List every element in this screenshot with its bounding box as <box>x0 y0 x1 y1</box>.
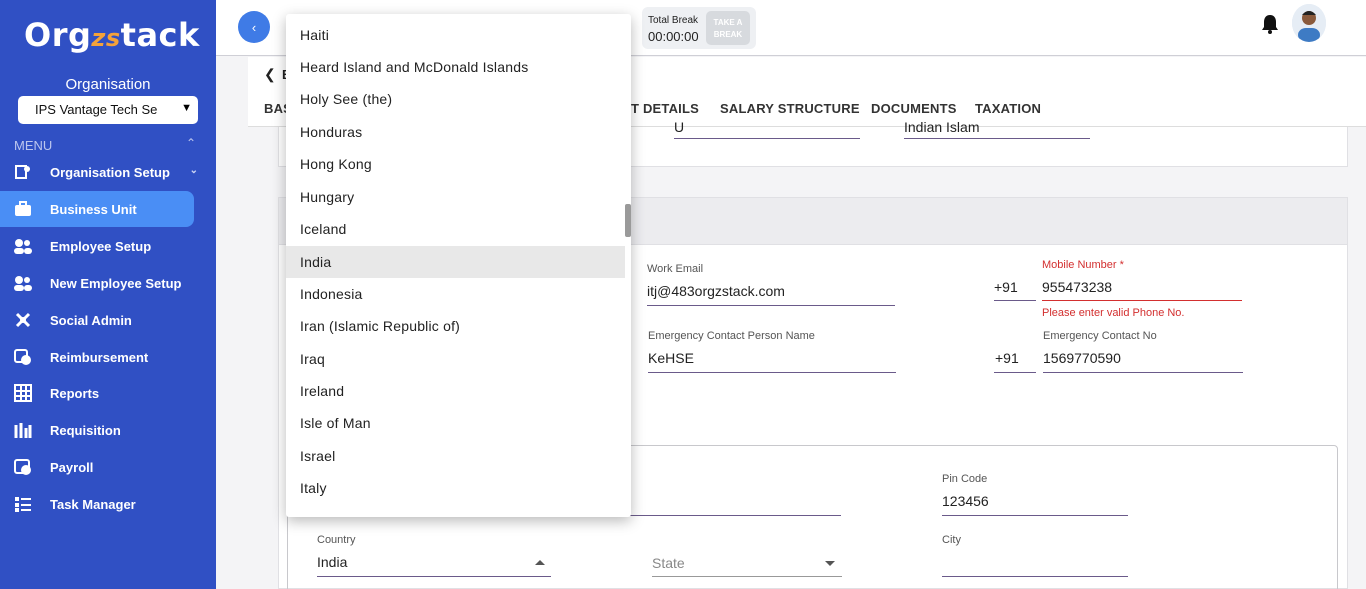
requisition-icon <box>13 421 33 439</box>
work-email-label: Work Email <box>647 263 704 275</box>
work-email-field[interactable]: itj@483orgzstack.com <box>647 283 785 299</box>
sidebar-item-label: Reimbursement <box>50 349 149 365</box>
gear-org-icon <box>13 163 33 181</box>
country-option-italy[interactable]: Italy <box>286 472 625 504</box>
take-break-button[interactable]: TAKE A BREAK <box>706 11 750 45</box>
briefcase-icon <box>13 200 33 218</box>
caret-up-icon <box>535 560 545 565</box>
sidebar-item-new-employee-setup[interactable]: New Employee Setup <box>0 265 194 301</box>
reports-icon <box>13 384 33 402</box>
sidebar-item-payroll[interactable]: Payroll <box>0 449 194 485</box>
country-option-iceland[interactable]: Iceland <box>286 213 625 245</box>
sidebar: Orgzstack Organisation IPS Vantage Tech … <box>0 0 216 589</box>
country-option-israel[interactable]: Israel <box>286 440 625 472</box>
tab-salary-structure[interactable]: SALARY STRUCTURE <box>720 101 860 116</box>
country-option-heard-island[interactable]: Heard Island and McDonald Islands <box>286 51 625 83</box>
mobile-country-code[interactable]: +91 <box>994 279 1018 295</box>
sidebar-item-employee-setup[interactable]: Employee Setup <box>0 228 194 264</box>
sidebar-item-label: Task Manager <box>50 496 136 512</box>
break-time: 00:00:00 <box>648 29 699 44</box>
app-logo: Orgzstack <box>24 16 200 54</box>
caret-down-icon <box>825 561 835 566</box>
city-field[interactable] <box>942 576 1128 577</box>
mobile-number-label: Mobile Number * <box>1042 259 1124 271</box>
country-option-holy-see[interactable]: Holy See (the) <box>286 83 625 115</box>
sidebar-item-label: Social Admin <box>50 312 132 328</box>
sidebar-item-label: New Employee Setup <box>50 275 182 291</box>
social-icon <box>13 311 33 329</box>
users-icon <box>13 237 33 255</box>
pin-code-label: Pin Code <box>942 473 988 485</box>
top-field-a: U <box>674 119 685 135</box>
country-option-iraq[interactable]: Iraq <box>286 343 625 375</box>
sidebar-item-task-manager[interactable]: Task Manager <box>0 486 194 522</box>
country-option-haiti[interactable]: Haiti <box>286 19 625 51</box>
sidebar-item-requisition[interactable]: Requisition <box>0 412 194 448</box>
chevron-up-icon[interactable]: ⌃ <box>186 136 196 150</box>
country-select[interactable]: India <box>317 554 347 570</box>
emergency-number-label: Emergency Contact No <box>1043 330 1157 342</box>
sidebar-item-business-unit[interactable]: Business Unit <box>0 191 194 227</box>
break-timer: Total Break 00:00:00 TAKE A BREAK <box>642 7 756 49</box>
country-option-honduras[interactable]: Honduras <box>286 116 625 148</box>
country-option-india[interactable]: India <box>286 246 625 278</box>
organisation-label: Organisation <box>65 76 151 93</box>
tab-employment-details[interactable]: T DETAILS <box>631 101 699 116</box>
pin-code-field[interactable]: 123456 <box>942 493 989 509</box>
country-option-hong-kong[interactable]: Hong Kong <box>286 148 625 180</box>
organisation-select-value: IPS Vantage Tech Se <box>35 102 158 117</box>
city-label: City <box>942 534 961 546</box>
chevron-left-icon: ‹ <box>251 19 257 35</box>
sidebar-item-reports[interactable]: Reports <box>0 375 194 411</box>
emergency-country-code[interactable]: +91 <box>995 350 1019 366</box>
users-plus-icon <box>13 274 33 292</box>
sidebar-item-label: Requisition <box>50 422 121 438</box>
country-label: Country <box>317 534 356 546</box>
sidebar-item-label: Payroll <box>50 459 94 475</box>
country-option-isle-of-man[interactable]: Isle of Man <box>286 407 625 439</box>
country-option-iran[interactable]: Iran (Islamic Republic of) <box>286 310 625 342</box>
mobile-number-field[interactable]: 955473238 <box>1042 279 1112 295</box>
emergency-number-field[interactable]: 1569770590 <box>1043 350 1121 366</box>
sidebar-item-label: Reports <box>50 385 100 401</box>
top-field-b: Indian Islam <box>904 119 980 135</box>
sidebar-item-label: Employee Setup <box>50 238 152 254</box>
sidebar-item-label: Organisation Setup <box>50 164 170 180</box>
tab-taxation[interactable]: TAXATION <box>975 101 1041 116</box>
chevron-down-icon: ⌄ <box>189 165 198 176</box>
country-option-ireland[interactable]: Ireland <box>286 375 625 407</box>
country-option-indonesia[interactable]: Indonesia <box>286 278 625 310</box>
back-icon[interactable]: ❮ <box>264 66 276 83</box>
tab-documents[interactable]: DOCUMENTS <box>871 101 957 116</box>
collapse-sidebar-button[interactable]: ‹ <box>238 11 270 43</box>
bell-icon[interactable] <box>1260 13 1280 40</box>
organisation-select[interactable]: IPS Vantage Tech Se ▼ <box>18 96 198 124</box>
emergency-name-label: Emergency Contact Person Name <box>648 330 815 342</box>
state-select[interactable]: State <box>652 555 685 571</box>
break-title: Total Break <box>648 15 699 26</box>
reimburse-icon <box>13 348 33 366</box>
sidebar-item-social-admin[interactable]: Social Admin <box>0 302 194 338</box>
chevron-down-icon: ▼ <box>181 102 192 114</box>
sidebar-item-organisation-setup[interactable]: Organisation Setup ⌄ <box>0 154 198 190</box>
menu-label: MENU <box>14 138 53 153</box>
avatar[interactable] <box>1292 4 1326 42</box>
country-dropdown-list: Haiti Heard Island and McDonald Islands … <box>286 14 631 517</box>
sidebar-item-reimbursement[interactable]: Reimbursement <box>0 339 194 375</box>
emergency-name-field[interactable]: KeHSE <box>648 350 694 366</box>
task-icon <box>13 495 33 513</box>
country-option-hungary[interactable]: Hungary <box>286 181 625 213</box>
sidebar-item-label: Business Unit <box>50 201 137 217</box>
dropdown-scrollbar[interactable] <box>625 204 631 237</box>
payroll-icon <box>13 458 33 476</box>
mobile-error-text: Please enter valid Phone No. <box>1042 307 1185 319</box>
